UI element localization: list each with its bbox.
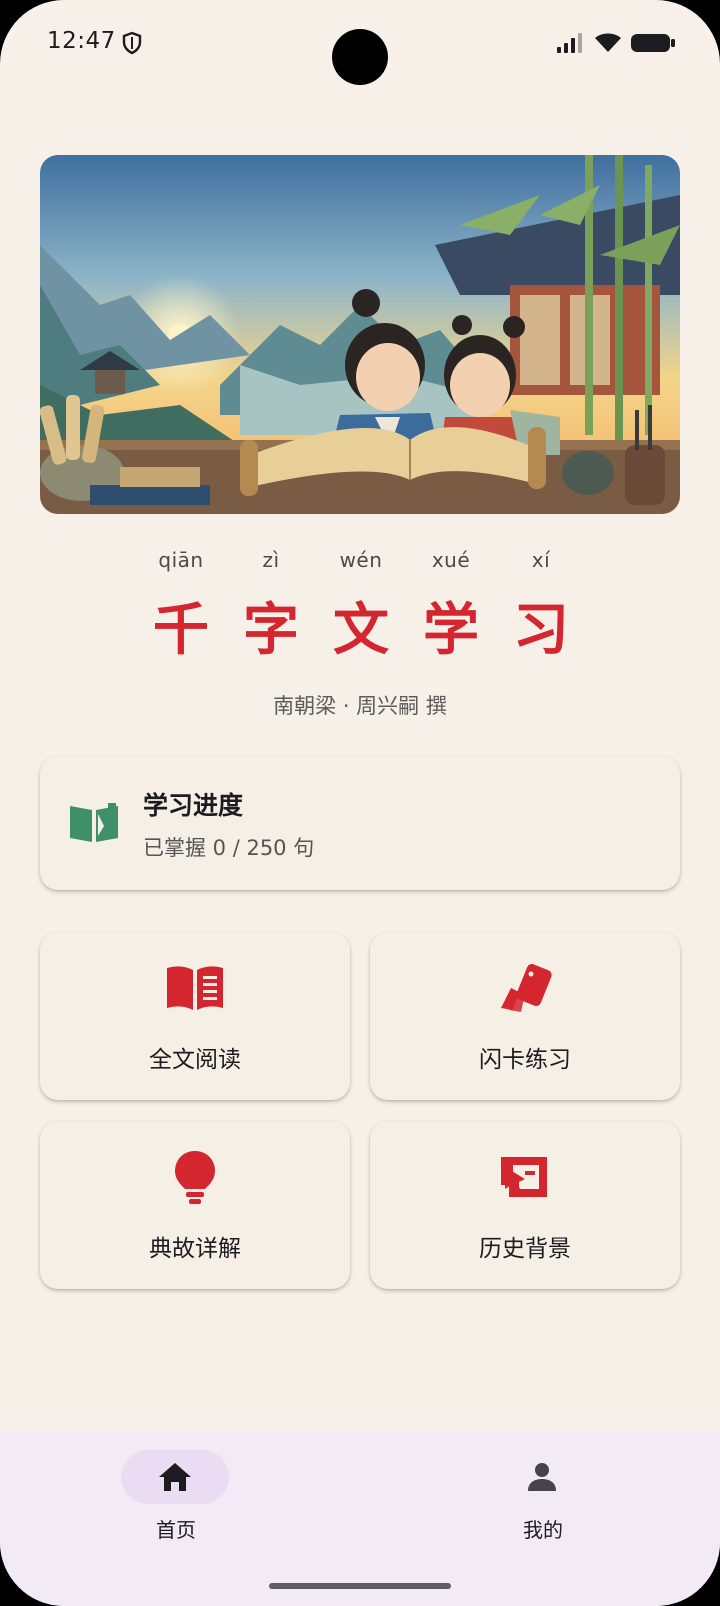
status-time: 12:47 <box>47 28 116 54</box>
nav-label-home: 首页 <box>156 1518 196 1542</box>
feature-label: 全文阅读 <box>149 1047 241 1073</box>
book-icon <box>167 966 223 1010</box>
pinyin-4: xué <box>431 548 471 572</box>
history-icon <box>501 1157 547 1197</box>
nav-item-home[interactable]: 首页 <box>76 1432 276 1572</box>
home-icon <box>159 1463 191 1491</box>
feature-label: 历史背景 <box>479 1236 571 1262</box>
shield-icon <box>122 31 142 55</box>
pinyin-5: xí <box>531 548 551 572</box>
progress-title: 学习进度 <box>143 791 244 820</box>
feature-label: 闪卡练习 <box>479 1047 571 1073</box>
title-char-3: 文 <box>333 598 389 663</box>
open-book-icon <box>70 803 118 842</box>
status-bar: 12:47 <box>0 0 720 90</box>
camera-cutout <box>332 29 388 85</box>
title-char-4: 学 <box>423 598 479 663</box>
app-screen: 12:47 qiān zì wén xué xí 千 字 文 学 习 南朝梁 ·… <box>0 0 720 1606</box>
battery-icon <box>631 34 675 52</box>
flashcards-icon <box>501 964 552 1012</box>
author-subtitle: 南朝梁 · 周兴嗣 撰 <box>273 694 447 718</box>
home-indicator[interactable] <box>269 1583 451 1589</box>
title-char-5: 习 <box>513 598 569 663</box>
nav-item-profile[interactable]: 我的 <box>443 1432 643 1572</box>
lightbulb-icon <box>175 1151 215 1204</box>
allusion-explanation-button[interactable]: 典故详解 <box>40 1121 350 1289</box>
pinyin-row: qiān zì wén xué xí <box>136 548 586 578</box>
page-title: 千 字 文 学 习 <box>136 596 586 666</box>
historical-background-button[interactable]: 历史背景 <box>370 1121 680 1289</box>
progress-card[interactable]: 学习进度 已掌握 0 / 250 句 <box>40 756 680 890</box>
person-icon <box>528 1463 556 1491</box>
signal-icon <box>557 33 582 53</box>
pinyin-2: zì <box>262 548 280 572</box>
nav-label-profile: 我的 <box>523 1518 563 1542</box>
progress-count: 已掌握 0 / 250 句 <box>143 836 315 860</box>
wifi-icon <box>595 33 621 52</box>
status-icons <box>556 30 676 56</box>
flashcard-practice-button[interactable]: 闪卡练习 <box>370 932 680 1100</box>
full-text-reading-button[interactable]: 全文阅读 <box>40 932 350 1100</box>
bottom-navigation: 首页 我的 <box>0 1432 720 1606</box>
title-char-1: 千 <box>153 598 209 663</box>
feature-label: 典故详解 <box>149 1236 241 1262</box>
pinyin-1: qiān <box>158 548 204 572</box>
hero-illustration <box>40 155 680 514</box>
title-char-2: 字 <box>243 598 299 663</box>
pinyin-3: wén <box>339 548 383 572</box>
